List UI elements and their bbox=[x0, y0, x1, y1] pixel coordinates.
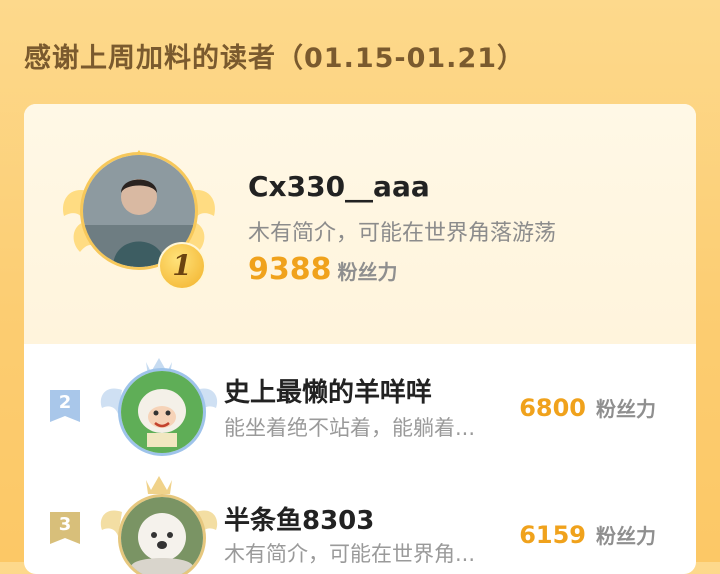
reader-name[interactable]: 半条鱼8303 bbox=[224, 500, 374, 537]
reader-fans: 6159 粉丝力 bbox=[519, 520, 656, 549]
sheep-avatar-icon bbox=[121, 371, 203, 453]
top-reader-fans-unit: 粉丝力 bbox=[337, 260, 398, 284]
rank-medal-1: 1 bbox=[158, 242, 206, 290]
reader-bio: 能坐着绝不站着，能躺着... bbox=[224, 416, 476, 440]
reader-row[interactable]: 3 半条鱼8303 木有简介，可能在世界角... 6159 粉丝力 bbox=[24, 468, 696, 574]
reader-bio: 木有简介，可能在世界角... bbox=[224, 542, 476, 566]
reader-avatar[interactable] bbox=[118, 494, 206, 574]
top-reader-fans-count: 9388 bbox=[248, 252, 332, 287]
top-reader-fans: 9388 粉丝力 bbox=[248, 252, 398, 287]
page-title: 感谢上周加料的读者（01.15-01.21） bbox=[24, 43, 526, 74]
reader-fans-count: 6159 bbox=[519, 521, 586, 549]
rank-number: 3 bbox=[58, 514, 72, 535]
reader-row[interactable]: 2 史上最懒的羊咩咩 能坐着绝不站着，能躺着... 6800 粉丝力 bbox=[24, 346, 696, 468]
top-reader-name[interactable]: Cx330__aaa bbox=[248, 170, 430, 203]
reader-avatar[interactable] bbox=[118, 368, 206, 456]
reader-fans-unit: 粉丝力 bbox=[596, 397, 656, 421]
rank-number: 2 bbox=[58, 392, 72, 413]
reader-fans-unit: 粉丝力 bbox=[596, 524, 656, 548]
reader-fans: 6800 粉丝力 bbox=[519, 393, 656, 422]
dog-avatar-icon bbox=[121, 497, 203, 574]
top-reader-section[interactable]: 1 Cx330__aaa 木有简介，可能在世界角落游荡 9388 粉丝力 bbox=[24, 104, 696, 344]
top-reader-bio: 木有简介，可能在世界角落游荡 bbox=[248, 221, 557, 246]
reader-fans-count: 6800 bbox=[519, 394, 586, 422]
reader-name[interactable]: 史上最懒的羊咩咩 bbox=[224, 372, 432, 409]
ranking-card: 1 Cx330__aaa 木有简介，可能在世界角落游荡 9388 粉丝力 2 史… bbox=[24, 104, 696, 574]
